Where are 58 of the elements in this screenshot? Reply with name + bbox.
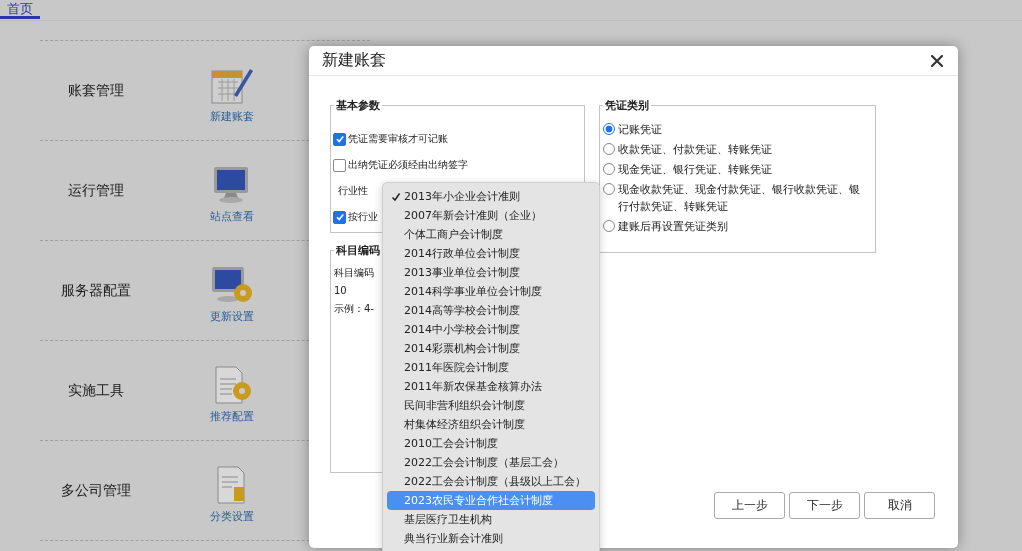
radio-label: 建账后再设置凭证类别 [618, 219, 728, 235]
module-link[interactable]: 分类设置 [210, 509, 254, 524]
menu-item[interactable]: 典当行业新会计准则 [387, 529, 595, 548]
radio-button[interactable] [603, 163, 615, 175]
module-link[interactable]: 推荐配置 [210, 409, 254, 424]
code-text: 科目编码 [334, 266, 374, 280]
menu-item[interactable]: 2014中小学校会计制度 [387, 320, 595, 339]
module-title: 运行管理 [67, 181, 125, 200]
code-text: 示例：4- [334, 302, 374, 316]
dialog-title: 新建账套 [322, 50, 386, 71]
radio-label: 现金收款凭证、现金付款凭证、银行收款凭证、银行付款凭证、转账凭证 [618, 182, 861, 215]
menu-item[interactable]: 2011年新农保基金核算办法 [387, 377, 595, 396]
close-icon[interactable] [930, 53, 944, 68]
menu-item[interactable]: 2007年新会计准则（企业） [387, 206, 595, 225]
menu-item[interactable]: 2014高等学校会计制度 [387, 301, 595, 320]
group-legend: 凭证类别 [603, 98, 651, 113]
field-label: 行业性 [338, 184, 368, 198]
menu-item[interactable]: 2013年小企业会计准则 [387, 187, 595, 206]
radio-button[interactable] [603, 220, 615, 232]
menu-item[interactable]: 2011年医院会计制度 [387, 358, 595, 377]
radio-button[interactable] [603, 183, 615, 195]
menu-item[interactable]: 2022工会会计制度（基层工会） [387, 453, 595, 472]
checkbox[interactable] [333, 210, 346, 224]
monitor-gear-icon[interactable] [210, 265, 254, 305]
module-title: 多公司管理 [60, 481, 132, 500]
radio-label: 收款凭证、付款凭证、转账凭证 [618, 142, 772, 158]
dialog-button[interactable]: 上一步 [714, 492, 785, 519]
menu-item[interactable]: 2014彩票机构会计制度 [387, 339, 595, 358]
radio-button[interactable] [603, 143, 615, 155]
menu-item[interactable]: 基层医疗卫生机构 [387, 510, 595, 529]
menu-item[interactable]: 2014科学事业单位会计制度 [387, 282, 595, 301]
menu-item[interactable]: 村集体经济组织会计制度 [387, 415, 595, 434]
dialog-button[interactable]: 取消 [864, 492, 935, 519]
menu-item[interactable]: 民间非营利组织会计制度 [387, 396, 595, 415]
module-link[interactable]: 更新设置 [210, 309, 254, 324]
code-text: 10 [334, 284, 347, 298]
checkbox[interactable] [333, 158, 346, 172]
menu-item[interactable]: 个体工商户会计制度 [387, 225, 595, 244]
tab[interactable]: 首页 [0, 0, 40, 19]
checkbox[interactable] [333, 132, 346, 146]
checkbox-label: 出纳凭证必须经由出纳签字 [348, 158, 468, 172]
radio-label: 现金凭证、银行凭证、转账凭证 [618, 162, 772, 178]
menu-item[interactable]: 2010工会会计制度 [387, 434, 595, 453]
radio-label: 记账凭证 [618, 122, 662, 138]
dialog-button[interactable]: 下一步 [789, 492, 860, 519]
group-legend: 科目编码 [334, 243, 382, 258]
module-link[interactable]: 新建账套 [210, 109, 254, 124]
checkbox-label: 按行业 [348, 210, 378, 224]
module-title: 服务器配置 [60, 281, 132, 300]
module-link[interactable]: 站点查看 [210, 209, 254, 224]
radio-button[interactable] [603, 123, 615, 135]
menu-item[interactable]: 2014行政单位会计制度 [387, 244, 595, 263]
group-legend: 基本参数 [334, 98, 382, 113]
module-title: 账套管理 [67, 81, 125, 100]
checkbox-label: 凭证需要审核才可记账 [348, 132, 448, 146]
menu-item[interactable]: 2013事业单位会计制度 [387, 263, 595, 282]
module-title: 实施工具 [67, 381, 125, 400]
menu-item[interactable]: 2022工会会计制度（县级以上工会） [387, 472, 595, 491]
